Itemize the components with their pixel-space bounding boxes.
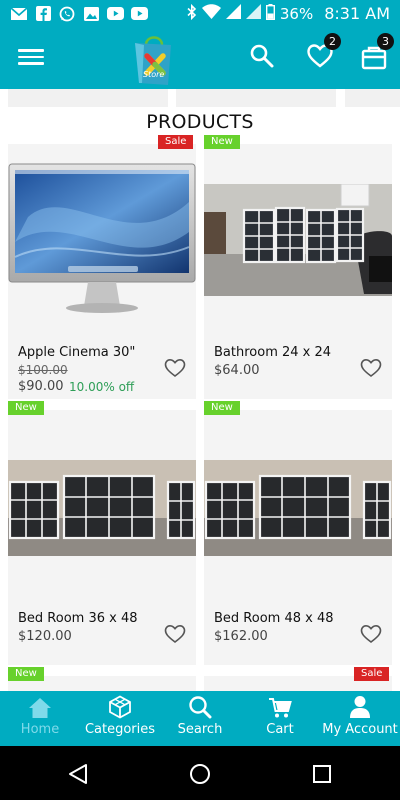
cart-icon[interactable]: 3 (360, 33, 394, 71)
heart-icon[interactable] (164, 358, 186, 378)
product-image (8, 162, 196, 324)
sale-tag: Sale (354, 667, 390, 681)
product-name: Bed Room 36 x 48 (18, 611, 138, 626)
clock: 8:31 AM (324, 4, 390, 23)
discount-text: 10.00% off (69, 380, 135, 394)
sale-tag: Sale (158, 135, 194, 149)
search-icon (189, 696, 212, 719)
whatsapp-icon (58, 6, 76, 22)
product-card[interactable]: Sale (204, 667, 392, 691)
youtube-icon-2 (130, 6, 148, 22)
product-card[interactable]: New (8, 667, 196, 691)
back-icon[interactable] (67, 763, 89, 785)
product-name: Apple Cinema 30" (18, 345, 136, 360)
system-navigation-bar (0, 746, 400, 800)
product-card[interactable]: Sale (8, 135, 196, 399)
new-tag: New (8, 401, 44, 415)
heart-icon[interactable] (360, 358, 382, 378)
banner-strip (176, 89, 336, 107)
home-button-icon[interactable] (189, 763, 211, 785)
nav-label: My Account (322, 722, 398, 737)
nav-cart[interactable]: Cart (240, 691, 320, 746)
product-image (204, 460, 392, 556)
nav-label: Categories (84, 722, 156, 737)
heart-icon[interactable] (164, 624, 186, 644)
product-name: Bathroom 24 x 24 (214, 345, 332, 360)
menu-icon[interactable] (18, 45, 44, 71)
section-title: PRODUCTS (146, 111, 254, 133)
home-icon (29, 698, 51, 718)
logo-text: Store (143, 70, 165, 79)
search-icon[interactable] (249, 43, 277, 71)
nav-my-account[interactable]: My Account (320, 691, 400, 746)
nav-label: Home (20, 722, 60, 737)
signal-icon-2 (245, 4, 261, 23)
email-icon (10, 6, 28, 22)
wishlist-icon[interactable]: 2 (307, 33, 341, 71)
new-tag: New (8, 667, 44, 681)
signal-icon (225, 4, 241, 23)
recents-icon[interactable] (311, 763, 333, 785)
wishlist-count-badge: 2 (324, 33, 341, 50)
battery-percent: 36% (279, 4, 314, 23)
product-price: $90.00 (18, 379, 64, 394)
banner-strip (345, 89, 400, 107)
battery-icon (265, 3, 275, 24)
bluetooth-icon (187, 3, 197, 24)
heart-icon[interactable] (360, 624, 382, 644)
status-bar: 36% 8:31 AM (0, 0, 400, 27)
new-tag: New (204, 135, 240, 149)
cart-count-badge: 3 (377, 33, 394, 50)
wifi-icon (201, 4, 221, 23)
product-price: $120.00 (18, 629, 72, 644)
app-bar: Store 2 3 (0, 27, 400, 89)
account-icon (350, 696, 370, 718)
store-logo[interactable]: Store (132, 31, 176, 87)
youtube-icon (106, 6, 124, 22)
product-name: Bed Room 48 x 48 (214, 611, 334, 626)
nav-categories[interactable]: Categories (80, 691, 160, 746)
product-card[interactable]: New Bed Room 48 x 48 $162.00 (204, 401, 392, 665)
product-card[interactable]: New Bed Room 36 x 48 $120.00 (8, 401, 196, 665)
product-price: $162.00 (214, 629, 268, 644)
nav-label: Cart (266, 722, 294, 737)
bottom-navigation: Home Categories Search Cart My Account (0, 691, 400, 746)
cart-icon (269, 698, 292, 718)
facebook-icon (34, 6, 52, 22)
nav-label: Search (177, 722, 223, 737)
old-price: $100.00 (18, 363, 68, 377)
nav-home[interactable]: Home (0, 691, 80, 746)
new-tag: New (204, 401, 240, 415)
categories-icon (109, 695, 131, 719)
banner-strip (8, 89, 168, 107)
gallery-icon (82, 6, 100, 22)
product-card[interactable]: New (204, 135, 392, 399)
product-image (204, 183, 392, 296)
product-price: $64.00 (214, 363, 260, 378)
product-list: PRODUCTS Sale Apple Cinema 30" $100.00 $… (0, 89, 400, 691)
product-image (8, 460, 196, 556)
nav-search[interactable]: Search (160, 691, 240, 746)
